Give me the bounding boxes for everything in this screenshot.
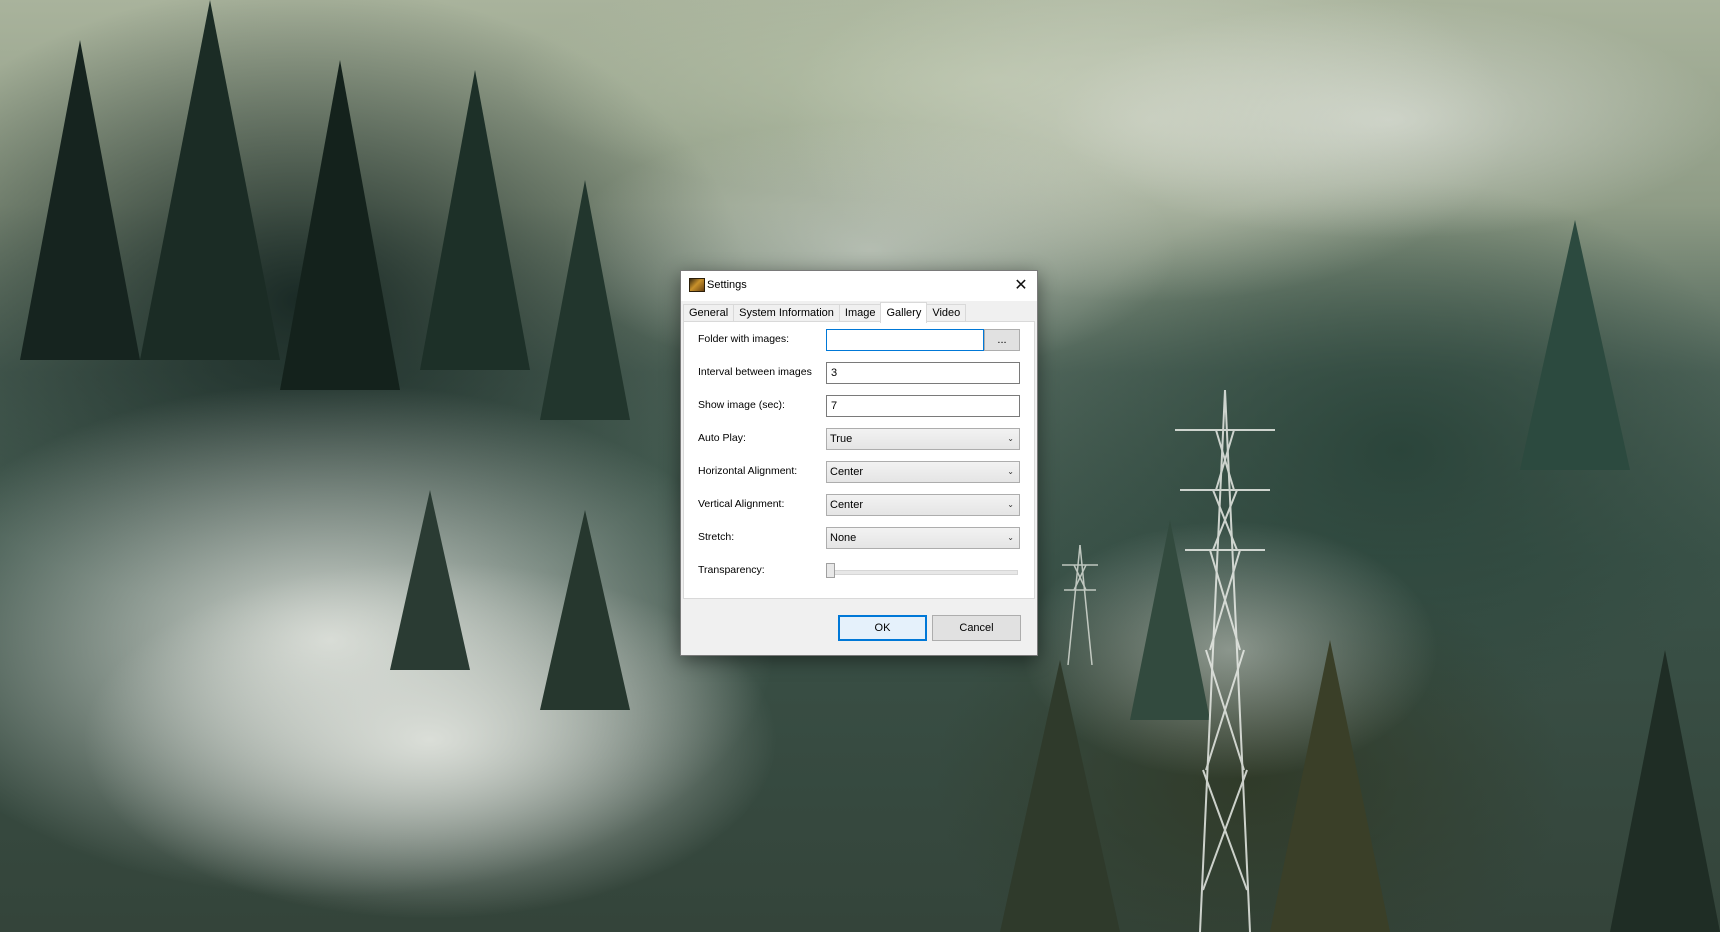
auto-play-dropdown[interactable]: True ⌄ (826, 428, 1020, 450)
title-bar[interactable]: Settings ✕ (681, 271, 1037, 301)
gallery-tab-panel: Folder with images: ... Interval between… (683, 321, 1035, 599)
horizontal-alignment-value: Center (830, 466, 864, 478)
chevron-down-icon: ⌄ (1007, 533, 1014, 542)
transparency-row: Transparency: (698, 560, 1020, 582)
tab-image[interactable]: Image (838, 304, 882, 322)
interval-label: Interval between images (698, 366, 812, 378)
folder-label: Folder with images: (698, 333, 790, 345)
show-image-input[interactable] (826, 395, 1020, 417)
dialog-footer: OK Cancel (681, 599, 1037, 655)
vertical-alignment-label: Vertical Alignment: (698, 498, 785, 510)
stretch-dropdown[interactable]: None ⌄ (826, 527, 1020, 549)
horizontal-alignment-dropdown[interactable]: Center ⌄ (826, 461, 1020, 483)
interval-input[interactable] (826, 362, 1020, 384)
tree (280, 60, 400, 390)
auto-play-value: True (830, 433, 853, 445)
power-pylon (1175, 390, 1275, 932)
vertical-alignment-row: Vertical Alignment: Center ⌄ (698, 494, 1020, 516)
horizontal-alignment-label: Horizontal Alignment: (698, 465, 798, 477)
close-icon: ✕ (1014, 274, 1028, 294)
tree (1000, 660, 1120, 932)
settings-dialog: Settings ✕ General System Information Im… (680, 270, 1038, 656)
cancel-button[interactable]: Cancel (932, 615, 1021, 641)
vertical-alignment-value: Center (830, 499, 864, 511)
tab-system-information[interactable]: System Information (733, 304, 840, 322)
stretch-label: Stretch: (698, 531, 735, 543)
folder-input[interactable] (826, 329, 984, 351)
tree (1610, 650, 1720, 932)
tree (140, 0, 280, 360)
stretch-row: Stretch: None ⌄ (698, 527, 1020, 549)
tab-gallery[interactable]: Gallery (880, 302, 928, 323)
tree (1270, 640, 1390, 932)
transparency-slider[interactable] (826, 560, 1020, 582)
browse-folder-button[interactable]: ... (984, 329, 1020, 351)
auto-play-row: Auto Play: True ⌄ (698, 428, 1020, 450)
power-pylon-small (1062, 545, 1098, 665)
chevron-down-icon: ⌄ (1007, 434, 1014, 443)
show-image-row: Show image (sec): (698, 395, 1020, 417)
close-button[interactable]: ✕ (1005, 271, 1037, 297)
slider-thumb[interactable] (826, 563, 835, 578)
tree (390, 490, 470, 670)
vertical-alignment-dropdown[interactable]: Center ⌄ (826, 494, 1020, 516)
tree (540, 510, 630, 710)
show-image-label: Show image (sec): (698, 399, 785, 411)
auto-play-label: Auto Play: (698, 432, 746, 444)
fog-bank (1050, 0, 1720, 240)
window-title: Settings (707, 279, 747, 291)
stretch-value: None (830, 532, 857, 544)
chevron-down-icon: ⌄ (1007, 500, 1014, 509)
tree (540, 180, 630, 420)
tab-general[interactable]: General (683, 304, 735, 322)
folder-row: Folder with images: ... (698, 329, 1020, 351)
photo-app-icon (689, 278, 705, 292)
chevron-down-icon: ⌄ (1007, 467, 1014, 476)
tree (1520, 220, 1630, 470)
slider-track (828, 570, 1018, 575)
tab-video[interactable]: Video (926, 304, 967, 322)
tree (20, 40, 140, 360)
horizontal-alignment-row: Horizontal Alignment: Center ⌄ (698, 461, 1020, 483)
tab-strip: General System Information Image Gallery… (683, 301, 967, 323)
ok-button[interactable]: OK (838, 615, 927, 641)
tree (420, 70, 530, 370)
transparency-label: Transparency: (698, 564, 765, 576)
interval-row: Interval between images (698, 362, 1020, 384)
